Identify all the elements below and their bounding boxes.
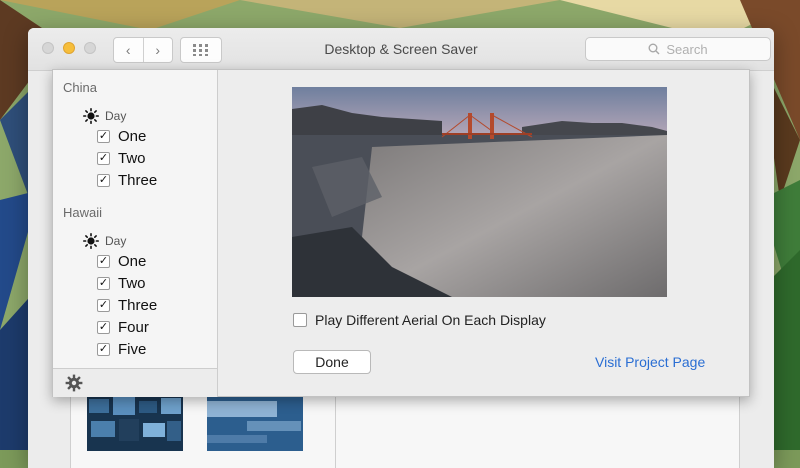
minimize-window-button[interactable] xyxy=(63,42,75,54)
play-different-aerial-option[interactable]: Play Different Aerial On Each Display xyxy=(293,312,546,328)
video-item[interactable]: ✓ Three xyxy=(97,297,157,314)
screen-saver-thumbnails-pane xyxy=(70,394,740,468)
video-item[interactable]: ✓ Two xyxy=(97,150,146,167)
video-item-label: One xyxy=(118,128,147,145)
video-checkbox[interactable]: ✓ xyxy=(97,152,110,165)
video-checkbox[interactable]: ✓ xyxy=(97,174,110,187)
search-placeholder: Search xyxy=(666,41,708,57)
visit-project-page-link[interactable]: Visit Project Page xyxy=(595,354,705,370)
aerial-video-preview xyxy=(292,87,667,297)
video-item-label: Two xyxy=(118,150,146,167)
forward-button[interactable]: › xyxy=(144,38,173,62)
group-header-china: China xyxy=(63,80,97,95)
time-of-day-row: Day xyxy=(83,108,126,124)
title-bar: ‹ › Desktop & Screen Saver Search xyxy=(28,28,774,71)
video-list-sidebar[interactable]: China Day ✓ One ✓ Two ✓ Three Hawaii Day… xyxy=(53,70,218,368)
video-item[interactable]: ✓ Two xyxy=(97,275,146,292)
time-of-day-row: Day xyxy=(83,233,126,249)
video-item-label: Four xyxy=(118,319,149,336)
time-of-day-label: Day xyxy=(105,234,127,248)
group-header-hawaii: Hawaii xyxy=(63,205,103,220)
play-different-aerial-label: Play Different Aerial On Each Display xyxy=(315,312,546,328)
video-item-label: One xyxy=(118,253,147,270)
grid-icon xyxy=(193,44,208,56)
screen-saver-thumbnail[interactable] xyxy=(87,395,183,451)
time-of-day-label: Day xyxy=(105,109,127,123)
video-item-label: Three xyxy=(118,297,158,314)
close-window-button[interactable] xyxy=(42,42,54,54)
video-checkbox[interactable]: ✓ xyxy=(97,277,110,290)
sun-icon xyxy=(83,233,99,249)
sun-icon xyxy=(83,108,99,124)
gear-icon[interactable] xyxy=(65,374,83,392)
video-item[interactable]: ✓ One xyxy=(97,128,146,145)
navigation-buttons: ‹ › xyxy=(113,37,173,63)
thumbnail-image xyxy=(207,395,303,451)
video-item-label: Two xyxy=(118,275,146,292)
video-checkbox[interactable]: ✓ xyxy=(97,343,110,356)
play-different-aerial-checkbox[interactable] xyxy=(293,313,307,327)
chevron-left-icon: ‹ xyxy=(125,42,131,58)
preferences-window: ‹ › Desktop & Screen Saver Search China … xyxy=(28,28,774,468)
video-checkbox[interactable]: ✓ xyxy=(97,255,110,268)
video-item[interactable]: ✓ Five xyxy=(97,341,146,358)
aerial-options-sheet: China Day ✓ One ✓ Two ✓ Three Hawaii Day… xyxy=(52,69,750,397)
back-button[interactable]: ‹ xyxy=(114,38,144,62)
zoom-window-button[interactable] xyxy=(84,42,96,54)
video-item[interactable]: ✓ One xyxy=(97,253,146,270)
chevron-right-icon: › xyxy=(155,42,161,58)
sidebar-footer xyxy=(53,368,218,397)
video-item-label: Five xyxy=(118,341,147,358)
screen-saver-thumbnail[interactable] xyxy=(207,395,303,451)
search-icon xyxy=(648,43,660,55)
video-checkbox[interactable]: ✓ xyxy=(97,321,110,334)
video-item-label: Three xyxy=(118,172,158,189)
pane-divider xyxy=(335,395,336,468)
video-item[interactable]: ✓ Four xyxy=(97,319,149,336)
video-checkbox[interactable]: ✓ xyxy=(97,299,110,312)
search-field[interactable]: Search xyxy=(585,37,771,61)
done-button[interactable]: Done xyxy=(293,350,371,374)
thumbnail-image xyxy=(87,395,183,451)
video-item[interactable]: ✓ Three xyxy=(97,172,157,189)
show-all-button[interactable] xyxy=(180,37,222,63)
video-checkbox[interactable]: ✓ xyxy=(97,130,110,143)
